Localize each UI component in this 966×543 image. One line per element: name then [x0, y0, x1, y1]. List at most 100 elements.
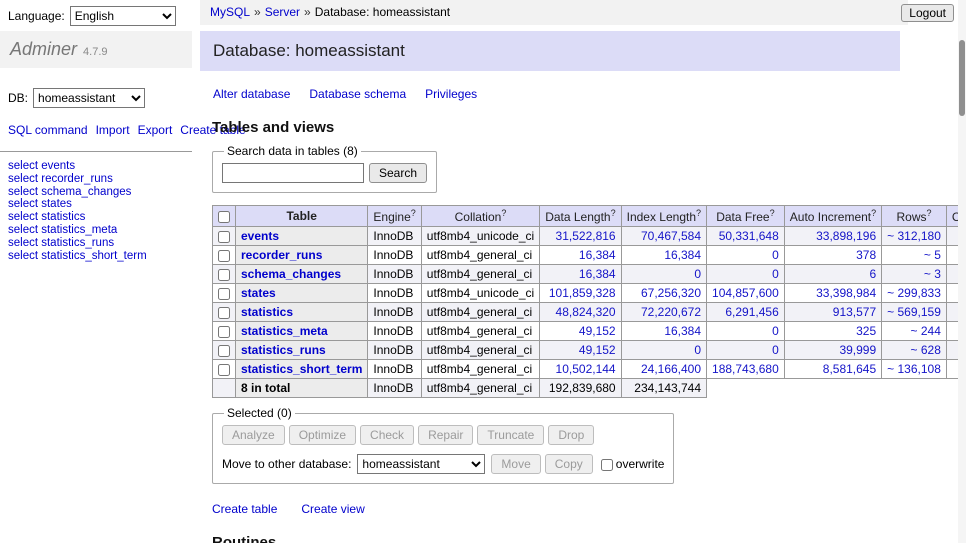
logout-button[interactable]: Logout [901, 4, 954, 22]
help-link[interactable]: ? [871, 208, 876, 218]
help-link[interactable]: ? [696, 208, 701, 218]
rows-count-value[interactable]: ~ 5 [882, 246, 947, 265]
column-header-table: Table [236, 206, 368, 227]
analyze-button[interactable]: Analyze [222, 425, 285, 445]
row-checkbox[interactable] [218, 307, 230, 319]
sidebar-item-select-statistics-meta[interactable]: select statistics_meta [8, 224, 192, 237]
table-header-row: Table Engine? Collation? Data Length? In… [213, 206, 966, 227]
table-link[interactable]: schema_changes [241, 267, 341, 281]
alter-database-link[interactable]: Alter database [213, 87, 290, 101]
create-table-link[interactable]: Create table [212, 502, 277, 516]
row-checkbox[interactable] [218, 250, 230, 262]
sidebar-link-sql-command[interactable]: SQL command [8, 123, 88, 137]
copy-button[interactable]: Copy [545, 454, 593, 474]
app-logo[interactable]: Adminer [10, 39, 77, 59]
column-header-auto-increment[interactable]: Auto Increment? [784, 206, 881, 227]
truncate-button[interactable]: Truncate [477, 425, 544, 445]
database-schema-link[interactable]: Database schema [309, 87, 406, 101]
auto-increment-value[interactable]: 325 [784, 322, 881, 341]
sidebar-item-select-statistics-short-term[interactable]: select statistics_short_term [8, 250, 192, 263]
scrollbar-thumb[interactable] [959, 40, 965, 116]
index-length-value: 16,384 [621, 322, 706, 341]
column-header-collation[interactable]: Collation? [421, 206, 539, 227]
search-button[interactable]: Search [369, 163, 427, 183]
auto-increment-value[interactable]: 378 [784, 246, 881, 265]
move-row: Move to other database:homeassistantMove… [222, 454, 664, 474]
sidebar-link-export[interactable]: Export [138, 123, 173, 137]
logout-container: Logout [901, 4, 954, 22]
table-link[interactable]: events [241, 229, 279, 243]
column-header-engine[interactable]: Engine? [368, 206, 421, 227]
table-link[interactable]: statistics_short_term [241, 362, 362, 376]
repair-button[interactable]: Repair [418, 425, 473, 445]
rows-count-value[interactable]: ~ 136,108 [882, 360, 947, 379]
rows-count-value[interactable]: ~ 3 [882, 265, 947, 284]
create-view-link[interactable]: Create view [301, 502, 364, 516]
adminer-app: Language:English MySQL»Server»Database: … [0, 0, 966, 543]
language-select[interactable]: English [70, 6, 176, 26]
move-button[interactable]: Move [491, 454, 540, 474]
rows-count-value[interactable]: ~ 244 [882, 322, 947, 341]
privileges-link[interactable]: Privileges [425, 87, 477, 101]
scrollbar[interactable] [958, 0, 966, 543]
auto-increment-value[interactable]: 33,898,196 [784, 227, 881, 246]
app-title: Adminer 4.7.9 [0, 31, 192, 68]
breadcrumb-server-link[interactable]: Server [265, 5, 300, 19]
table-link[interactable]: statistics_meta [241, 324, 328, 338]
sidebar-item-select-statistics-runs[interactable]: select statistics_runs [8, 237, 192, 250]
sidebar-item-select-schema-changes[interactable]: select schema_changes [8, 186, 192, 199]
row-checkbox[interactable] [218, 345, 230, 357]
row-checkbox[interactable] [218, 231, 230, 243]
table-link[interactable]: statistics [241, 305, 293, 319]
help-link[interactable]: ? [770, 208, 775, 218]
breadcrumb-mysql-link[interactable]: MySQL [210, 5, 250, 19]
rows-count-value[interactable]: ~ 569,159 [882, 303, 947, 322]
select-all-checkbox[interactable] [218, 211, 230, 223]
sidebar-item-select-recorder-runs[interactable]: select recorder_runs [8, 173, 192, 186]
table-link[interactable]: statistics_runs [241, 343, 326, 357]
drop-button[interactable]: Drop [548, 425, 594, 445]
table-row: statistics_meta InnoDB utf8mb4_general_c… [213, 322, 966, 341]
help-link[interactable]: ? [927, 208, 932, 218]
auto-increment-value[interactable]: 33,398,984 [784, 284, 881, 303]
row-checkbox[interactable] [218, 364, 230, 376]
overwrite-option[interactable]: overwrite [601, 457, 665, 471]
search-input[interactable] [222, 163, 364, 183]
sidebar-link-import[interactable]: Import [96, 123, 130, 137]
data-free-value: 0 [707, 246, 785, 265]
help-link[interactable]: ? [411, 208, 416, 218]
table-link[interactable]: states [241, 286, 276, 300]
table-row: events InnoDB utf8mb4_unicode_ci 31,522,… [213, 227, 966, 246]
auto-increment-value[interactable]: 913,577 [784, 303, 881, 322]
optimize-button[interactable]: Optimize [289, 425, 356, 445]
row-checkbox[interactable] [218, 288, 230, 300]
column-header-data-length[interactable]: Data Length? [540, 206, 621, 227]
check-button[interactable]: Check [360, 425, 414, 445]
sidebar-item-select-states[interactable]: select states [8, 198, 192, 211]
index-length-value: 16,384 [621, 246, 706, 265]
move-db-select[interactable]: homeassistant [357, 454, 485, 474]
sidebar-tables-list: select events select recorder_runs selec… [0, 151, 192, 262]
row-checkbox[interactable] [218, 269, 230, 281]
column-header-data-free[interactable]: Data Free? [707, 206, 785, 227]
table-link[interactable]: recorder_runs [241, 248, 322, 262]
data-length-value: 49,152 [540, 322, 621, 341]
data-free-value: 104,857,600 [707, 284, 785, 303]
tables-overview-table: Table Engine? Collation? Data Length? In… [212, 205, 966, 398]
overwrite-checkbox[interactable] [601, 459, 613, 471]
auto-increment-value[interactable]: 8,581,645 [784, 360, 881, 379]
row-checkbox[interactable] [218, 326, 230, 338]
help-link[interactable]: ? [501, 208, 506, 218]
help-link[interactable]: ? [611, 208, 616, 218]
auto-increment-value[interactable]: 6 [784, 265, 881, 284]
auto-increment-value[interactable]: 39,999 [784, 341, 881, 360]
column-header-index-length[interactable]: Index Length? [621, 206, 706, 227]
sidebar-item-select-events[interactable]: select events [8, 160, 192, 173]
rows-count-value[interactable]: ~ 312,180 [882, 227, 947, 246]
rows-count-value[interactable]: ~ 628 [882, 341, 947, 360]
sidebar-item-select-statistics[interactable]: select statistics [8, 211, 192, 224]
rows-count-value[interactable]: ~ 299,833 [882, 284, 947, 303]
app-version: 4.7.9 [83, 46, 107, 58]
db-select[interactable]: homeassistant [33, 88, 145, 108]
column-header-rows[interactable]: Rows? [882, 206, 947, 227]
